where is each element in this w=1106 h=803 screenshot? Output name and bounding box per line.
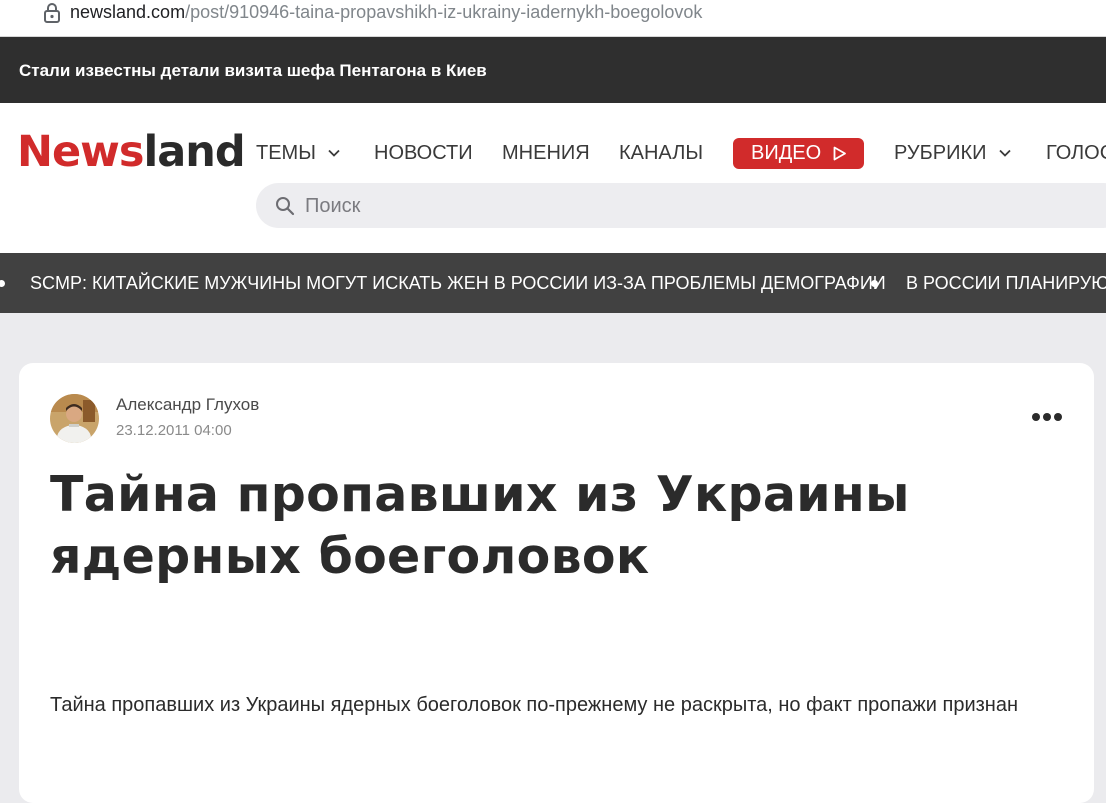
top-news-bar: Стали известны детали визита шефа Пентаг… <box>0 37 1106 103</box>
lock-icon <box>44 3 60 23</box>
ticker-item[interactable]: SCMP: КИТАЙСКИЕ МУЖЧИНЫ МОГУТ ИСКАТЬ ЖЕН… <box>30 273 886 294</box>
nav-item-news[interactable]: НОВОСТИ <box>374 137 473 169</box>
nav-item-label: ВИДЕО <box>751 142 822 164</box>
publish-date: 23.12.2011 04:00 <box>116 422 232 439</box>
url-field[interactable]: newsland.com/post/910946-taina-propavshi… <box>70 1 702 23</box>
news-ticker: SCMP: КИТАЙСКИЕ МУЖЧИНЫ МОГУТ ИСКАТЬ ЖЕН… <box>0 253 1106 313</box>
search-icon <box>276 197 295 216</box>
ticker-item[interactable]: В РОССИИ ПЛАНИРУЮТ <box>906 273 1106 294</box>
logo-part-news: News <box>17 127 144 177</box>
url-path: /post/910946-taina-propavshikh-iz-ukrain… <box>185 2 703 22</box>
play-icon <box>833 146 846 161</box>
nav-item-label: РУБРИКИ <box>894 142 987 164</box>
chevron-down-icon <box>999 149 1011 157</box>
site-header: Newsland ТЕМЫ НОВОСТИ МНЕНИЯ КАНАЛЫ ВИДЕ… <box>0 103 1106 253</box>
chevron-down-icon <box>328 149 341 157</box>
article-lead: Тайна пропавших из Украины ядерных боего… <box>50 694 1018 716</box>
search-input[interactable] <box>303 189 1087 223</box>
author-avatar[interactable] <box>50 394 99 443</box>
url-host: newsland.com <box>70 2 186 22</box>
nav-item-channels[interactable]: КАНАЛЫ <box>619 137 703 169</box>
nav-item-rubrics[interactable]: РУБРИКИ <box>894 137 1012 169</box>
author-name[interactable]: Александр Глухов <box>116 395 259 415</box>
ticker-separator <box>871 280 878 287</box>
article-title: Тайна пропавших из Украины ядерных боего… <box>50 466 910 585</box>
nav-item-themes[interactable]: ТЕМЫ <box>256 137 341 169</box>
more-options-icon[interactable] <box>1031 410 1063 424</box>
site-logo[interactable]: Newsland <box>17 127 246 177</box>
nav-item-votes[interactable]: ГОЛОС <box>1046 137 1106 169</box>
ticker-separator <box>0 280 5 287</box>
article-card: Александр Глухов 23.12.2011 04:00 Тайна … <box>19 363 1094 803</box>
nav-item-label: ТЕМЫ <box>256 142 316 164</box>
avatar-image <box>50 394 99 443</box>
top-news-link[interactable]: Стали известны детали визита шефа Пентаг… <box>19 61 487 81</box>
nav-item-opinions[interactable]: МНЕНИЯ <box>502 137 590 169</box>
logo-part-land: land <box>143 127 245 177</box>
nav-item-video[interactable]: ВИДЕО <box>733 138 864 169</box>
search-bar[interactable] <box>256 183 1106 228</box>
browser-address-bar: newsland.com/post/910946-taina-propavshi… <box>0 0 1106 37</box>
